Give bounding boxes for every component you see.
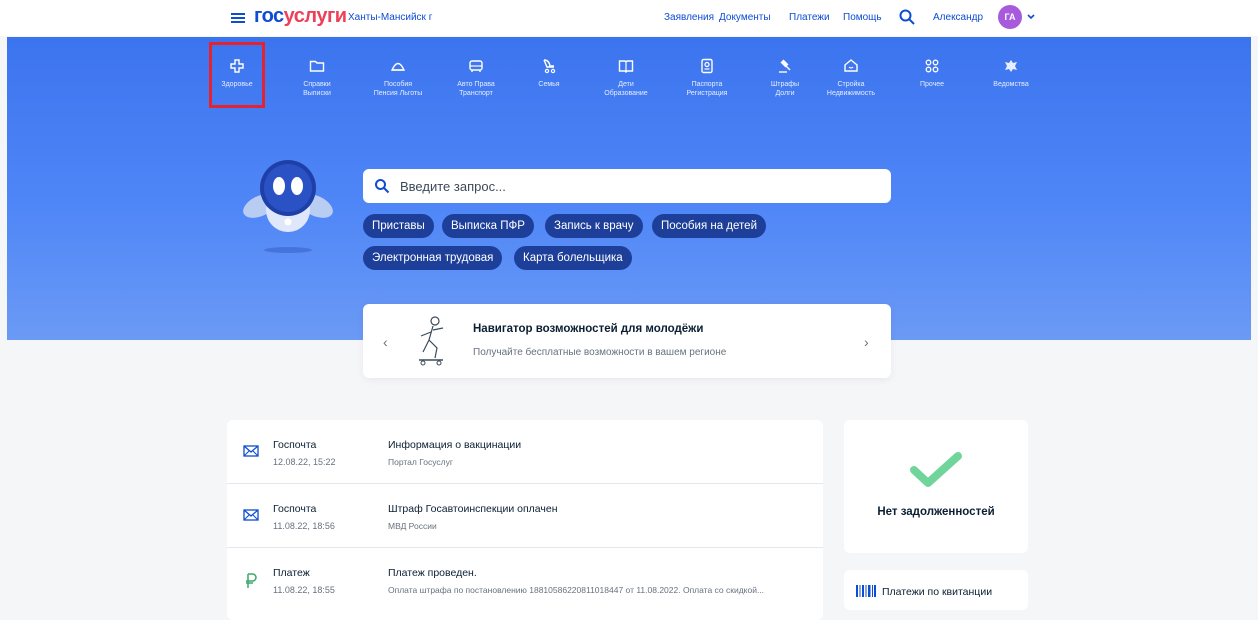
category-label: Ведомства (993, 81, 1029, 88)
gavel-icon (779, 59, 791, 73)
feed-date: 11.08.22, 18:56 (273, 521, 335, 531)
feed-source: Госпочта (273, 439, 317, 451)
debt-card[interactable]: Нет задолженностей (844, 420, 1028, 553)
umbrella-icon (390, 62, 406, 71)
feed-description: Портал Госуслуг (388, 457, 453, 467)
quick-chip-fan-card[interactable]: Карта болельщика (514, 246, 632, 270)
category-label: Семья (538, 81, 560, 88)
skater-illustration (419, 316, 444, 366)
feed-item[interactable]: Госпочта 12.08.22, 15:22 Информация о ва… (227, 420, 823, 484)
category-sublabel: Пенсия Льготы (373, 90, 423, 97)
category-label: Авто Права (457, 81, 495, 88)
feed-title: Информация о вакцинации (388, 439, 522, 451)
checkmark-icon (910, 452, 962, 487)
ruble-icon (246, 573, 257, 588)
quick-chip-child-benefits[interactable]: Пособия на детей (652, 214, 766, 238)
robot-mascot (243, 160, 333, 253)
category-sublabel: Выписки (303, 90, 331, 97)
category-label: Стройка (837, 81, 865, 88)
feed-source: Платеж (273, 567, 310, 579)
category-family[interactable]: Семья (509, 58, 589, 89)
category-sublabel: Образование (604, 90, 648, 97)
feed-item[interactable]: Платеж 11.08.22, 18:55 Платеж проведен. … (227, 548, 823, 612)
feed-date: 11.08.22, 18:55 (273, 585, 335, 595)
avatar[interactable]: ГА (998, 5, 1022, 29)
category-benefits[interactable]: Пособия Пенсия Льготы (358, 58, 438, 98)
category-label: Паспорта (691, 81, 723, 88)
feed-description: МВД России (388, 521, 437, 531)
debt-status: Нет задолженностей (877, 506, 995, 518)
banner-subtitle: Получайте бесплатные возможности в вашем… (473, 347, 727, 358)
logo-uslugi-text: услуги (283, 5, 347, 27)
chevron-right-icon[interactable]: › (864, 334, 869, 350)
selection-highlight (209, 42, 265, 108)
nav-payments[interactable]: Платежи (789, 12, 830, 23)
nav-applications[interactable]: Заявления (664, 12, 714, 23)
category-sublabel: Недвижимость (826, 90, 876, 97)
feed-item[interactable]: Госпочта 11.08.22, 18:56 Штраф Госавтоин… (227, 484, 823, 548)
search-placeholder: Введите запрос... (400, 179, 506, 194)
category-children[interactable]: Дети Образование (586, 58, 666, 98)
quick-chip-pfr-statement[interactable]: Выписка ПФР (442, 214, 534, 238)
mail-icon (243, 509, 259, 521)
chevron-down-icon[interactable] (1026, 12, 1036, 22)
user-name[interactable]: Александр (933, 12, 983, 23)
notifications-feed: Госпочта 12.08.22, 15:22 Информация о ва… (227, 420, 823, 620)
grid-icon (925, 59, 939, 73)
feed-source: Госпочта (273, 503, 317, 515)
search-icon (375, 179, 390, 194)
category-construction[interactable]: Стройка Недвижимость (811, 58, 891, 98)
feed-title: Платеж проведен. (388, 567, 477, 579)
car-icon (469, 60, 483, 72)
category-sublabel: Регистрация (686, 90, 728, 97)
category-other[interactable]: Прочее (892, 58, 972, 89)
category-label: Справки (303, 81, 331, 88)
quick-chip-bailiffs[interactable]: Приставы (363, 214, 434, 238)
nav-help[interactable]: Помощь (843, 12, 882, 23)
category-label: Дети (618, 81, 634, 88)
stroller-icon (543, 59, 556, 74)
barcode-icon (856, 585, 876, 597)
category-auto[interactable]: Авто Права Транспорт (436, 58, 516, 98)
promo-banner[interactable]: ‹ Навигатор возможностей для молодёжи По… (363, 304, 891, 378)
house-icon (844, 59, 858, 72)
category-agencies[interactable]: Ведомства (971, 58, 1051, 89)
chevron-left-icon[interactable]: ‹ (383, 334, 388, 350)
search-box[interactable]: Введите запрос... (363, 169, 891, 203)
quick-chip-work-book[interactable]: Электронная трудовая (363, 246, 503, 270)
logo-gos-text: гос (254, 5, 284, 27)
mail-icon (243, 445, 259, 457)
emblem-icon (1005, 60, 1017, 72)
feed-description: Оплата штрафа по постановлению 188105862… (388, 585, 765, 595)
receipt-label: Платежи по квитанции (882, 586, 993, 598)
menu-icon[interactable] (231, 13, 245, 23)
category-label: Прочее (919, 81, 945, 88)
passport-icon (701, 58, 713, 74)
category-certificates[interactable]: Справки Выписки (277, 58, 357, 98)
book-icon (618, 60, 634, 73)
region-selector[interactable]: Ханты-Мансийск г (348, 12, 432, 23)
receipt-payments-card[interactable]: Платежи по квитанции (844, 570, 1028, 610)
quick-chip-doctor[interactable]: Запись к врачу (545, 214, 643, 238)
feed-title: Штраф Госавтоинспекции оплачен (388, 503, 558, 515)
category-passports[interactable]: Паспорта Регистрация (667, 58, 747, 98)
search-icon[interactable] (898, 8, 916, 26)
banner-title: Навигатор возможностей для молодёжи (473, 323, 704, 335)
top-bar: госуслуги Ханты-Мансийск г Заявления Док… (0, 0, 1258, 36)
category-sublabel: Транспорт (459, 90, 493, 97)
feed-date: 12.08.22, 15:22 (273, 457, 336, 467)
gosuslugi-logo[interactable]: госуслуги (254, 5, 347, 28)
folder-icon (309, 60, 325, 72)
nav-documents[interactable]: Документы (719, 12, 771, 23)
category-label: Пособия (383, 81, 413, 88)
